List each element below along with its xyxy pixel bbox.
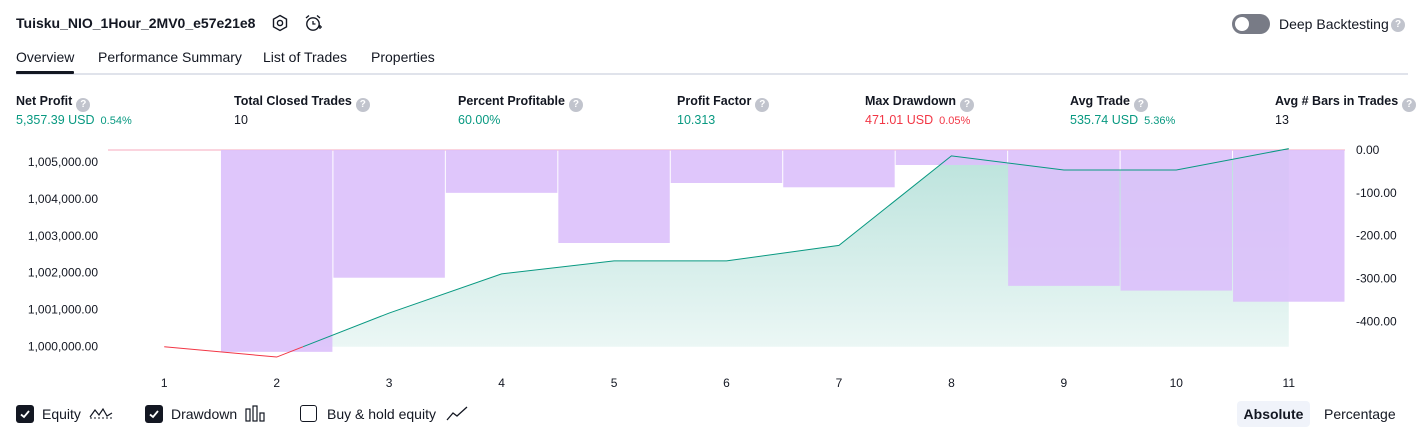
- drawdown-bars-icon: [245, 405, 267, 428]
- stat-value: 10: [234, 113, 248, 127]
- drawdown-bar: [1120, 150, 1233, 291]
- help-icon[interactable]: ?: [1391, 18, 1405, 32]
- info-icon[interactable]: ?: [755, 98, 770, 112]
- drawdown-bar: [783, 150, 895, 188]
- info-icon[interactable]: ?: [355, 98, 370, 112]
- y-tick-label-right: 0.00: [1356, 143, 1380, 157]
- active-tab-indicator: [16, 71, 74, 74]
- stat-label: Net Profit?: [16, 94, 91, 112]
- stat-label: Avg # Bars in Trades?: [1275, 94, 1417, 112]
- stat-value: 471.01 USD 0.05%: [865, 113, 971, 127]
- y-tick-label-left: 1,004,000.00: [28, 192, 98, 206]
- x-tick-label: 8: [948, 376, 955, 390]
- stat-label: Percent Profitable?: [458, 94, 583, 112]
- equity-line-icon: [89, 405, 113, 428]
- deep-backtesting-label: Deep Backtesting: [1279, 16, 1389, 32]
- stat-value: 13: [1275, 113, 1289, 127]
- stat-label: Avg Trade?: [1070, 94, 1148, 112]
- info-icon[interactable]: ?: [76, 98, 91, 112]
- x-tick-label: 1: [161, 376, 168, 390]
- stat-label: Total Closed Trades?: [234, 94, 370, 112]
- y-tick-label-right: -300.00: [1356, 272, 1397, 286]
- drawdown-legend-label: Drawdown: [171, 406, 238, 422]
- info-icon[interactable]: ?: [1402, 98, 1417, 112]
- y-tick-label-left: 1,002,000.00: [28, 266, 98, 280]
- drawdown-bar: [558, 150, 670, 243]
- tab-properties[interactable]: Properties: [371, 49, 435, 65]
- stat-value: 60.00%: [458, 113, 501, 127]
- drawdown-bar: [1233, 150, 1345, 302]
- x-tick-label: 5: [611, 376, 618, 390]
- x-tick-label: 7: [836, 376, 843, 390]
- drawdown-bar: [895, 150, 1008, 165]
- x-tick-label: 2: [273, 376, 280, 390]
- x-tick-label: 10: [1170, 376, 1184, 390]
- y-tick-label-left: 1,005,000.00: [28, 155, 98, 169]
- tab-performance-summary[interactable]: Performance Summary: [98, 49, 242, 65]
- info-icon[interactable]: ?: [1133, 98, 1148, 112]
- y-tick-label-left: 1,003,000.00: [28, 229, 98, 243]
- stat-value: 535.74 USD 5.36%: [1070, 113, 1176, 127]
- drawdown-bar: [333, 150, 445, 278]
- x-tick-label: 4: [498, 376, 505, 390]
- y-tick-label-left: 1,001,000.00: [28, 303, 98, 317]
- equity-checkbox[interactable]: [16, 405, 34, 423]
- equity-legend-label: Equity: [42, 406, 81, 422]
- y-tick-label-right: -200.00: [1356, 229, 1397, 243]
- percentage-button[interactable]: Percentage: [1324, 406, 1396, 422]
- buy-hold-checkbox[interactable]: [300, 405, 317, 422]
- drawdown-bar: [445, 150, 558, 193]
- drawdown-checkbox[interactable]: [145, 405, 163, 423]
- info-icon[interactable]: ?: [960, 98, 974, 112]
- stat-value: 5,357.39 USD 0.54%: [16, 113, 132, 127]
- tab-overview[interactable]: Overview: [16, 49, 74, 65]
- x-tick-label: 9: [1061, 376, 1068, 390]
- deep-backtesting-toggle[interactable]: [1232, 14, 1270, 34]
- tab-divider: [16, 73, 1408, 75]
- equity-drawdown-chart: 1,000,000.00 1,001,000.00 1,002,000.00 1,00…: [28, 143, 1397, 390]
- y-tick-label-right: -100.00: [1356, 186, 1397, 200]
- settings-icon[interactable]: [270, 13, 290, 33]
- strategy-title: Tuisku_NIO_1Hour_2MV0_e57e21e8: [16, 15, 256, 31]
- stat-label: Max Drawdown?: [865, 94, 974, 112]
- tab-list-of-trades[interactable]: List of Trades: [263, 49, 347, 65]
- stat-label: Profit Factor?: [677, 94, 770, 112]
- buy-hold-legend-label: Buy & hold equity: [327, 406, 436, 422]
- x-tick-label: 3: [386, 376, 393, 390]
- buy-hold-line-icon: [446, 405, 468, 428]
- x-tick-label: 11: [1283, 376, 1296, 390]
- add-alert-icon[interactable]: [303, 13, 323, 33]
- stat-value: 10.313: [677, 113, 716, 127]
- drawdown-bar: [220, 150, 333, 352]
- info-icon[interactable]: ?: [568, 98, 583, 112]
- y-tick-label-left: 1,000,000.00: [28, 340, 98, 354]
- drawdown-bar: [670, 150, 783, 183]
- x-tick-label: 6: [723, 376, 730, 390]
- y-tick-label-right: -400.00: [1356, 314, 1397, 328]
- absolute-button[interactable]: Absolute: [1237, 401, 1310, 427]
